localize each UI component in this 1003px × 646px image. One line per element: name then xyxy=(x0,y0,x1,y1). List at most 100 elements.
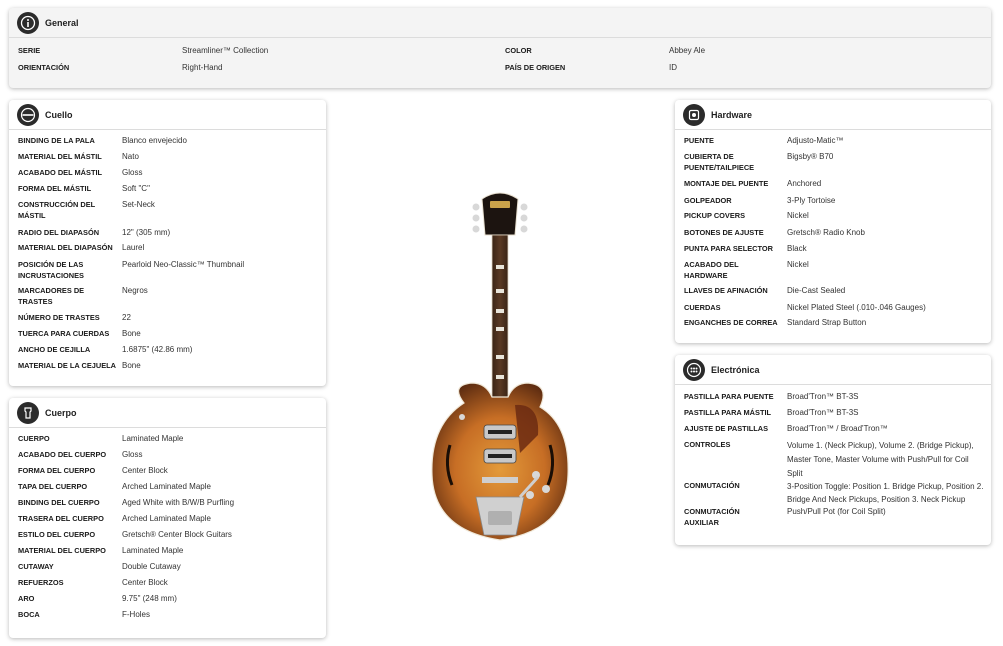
spec-label: ESTILO DEL CUERPO xyxy=(18,530,96,539)
hardware-title: Hardware xyxy=(711,109,753,120)
spec-label: MATERIAL DEL CUERPO xyxy=(18,546,106,555)
spec-label: ACABADO DEL CUERPO xyxy=(18,450,107,459)
spec-value: Push/Pull Pot (for Coil Split) xyxy=(787,507,886,516)
spec-label: ACABADO DEL HARDWARE xyxy=(684,260,739,280)
spec-label: CUERPO xyxy=(18,434,50,443)
spec-value: Laurel xyxy=(122,243,145,252)
spec-value: Gretsch® Center Block Guitars xyxy=(122,530,232,539)
hardware-card: Hardware PUENTE Adjusto-Matic™ CUBIERTA D… xyxy=(675,100,991,343)
spec-label: CUTAWAY xyxy=(18,562,54,571)
spec-label: TRASERA DEL CUERPO xyxy=(18,514,104,523)
spec-value: Nato xyxy=(122,152,139,161)
spec-label: PUNTA PARA SELECTOR xyxy=(684,244,773,253)
spec-value: Adjusto-Matic™ xyxy=(787,136,844,145)
spec-label: MATERIAL DE LA CEJUELA xyxy=(18,361,116,370)
spec-label: COLOR xyxy=(505,46,532,55)
spec-label: SERIE xyxy=(18,46,41,55)
spec-label: TAPA DEL CUERPO xyxy=(18,482,88,491)
spec-label: REFUERZOS xyxy=(18,578,64,587)
electronics-header: Electrónica xyxy=(675,355,991,385)
spec-label: ORIENTACIÓN xyxy=(18,63,70,72)
spec-label: PUENTE xyxy=(684,136,714,145)
spec-label: PICKUP COVERS xyxy=(684,211,746,220)
body-title: Cuerpo xyxy=(45,407,77,418)
spec-value: Broad'Tron™ BT-3S xyxy=(787,408,859,417)
spec-label: FORMA DEL CUERPO xyxy=(18,466,96,475)
general-card: General SERIE Streamliner™ Collection CO… xyxy=(9,8,991,88)
neck-header: Cuello xyxy=(9,100,326,130)
spec-label: ACABADO DEL MÁSTIL xyxy=(18,168,103,177)
spec-value: Nickel xyxy=(787,211,809,220)
general-title: General xyxy=(45,17,79,28)
spec-value: Gloss xyxy=(122,168,143,177)
guitar-image xyxy=(431,192,569,541)
spec-value: Streamliner™ Collection xyxy=(182,46,269,55)
spec-label: CONTROLES xyxy=(684,440,731,449)
spec-value: Nickel xyxy=(787,260,809,269)
spec-value: Center Block xyxy=(122,466,168,475)
info-icon xyxy=(17,11,39,34)
general-header: General xyxy=(9,8,991,38)
neck-icon xyxy=(17,103,39,126)
spec-value: Die-Cast Sealed xyxy=(787,286,846,295)
spec-label: FORMA DEL MÁSTIL xyxy=(18,184,92,193)
spec-value: 3-Position Toggle: Position 1. Bridge Pi… xyxy=(787,482,984,504)
spec-value: Gretsch® Radio Knob xyxy=(787,228,865,237)
neck-title: Cuello xyxy=(45,109,73,120)
body-icon xyxy=(17,401,39,424)
spec-label: CUERDAS xyxy=(684,303,721,312)
spec-value: Blanco envejecido xyxy=(122,136,187,145)
spec-value: Center Block xyxy=(122,578,168,587)
spec-row: SERIE Streamliner™ Collection COLOR Abbe… xyxy=(9,45,991,61)
spec-value: Laminated Maple xyxy=(122,546,184,555)
spec-label: BOTONES DE AJUSTE xyxy=(684,228,764,237)
spec-value: Soft "C" xyxy=(122,184,150,193)
body-card: Cuerpo CUERPO Laminated Maple ACABADO DEL… xyxy=(9,398,326,638)
spec-value: Set-Neck xyxy=(122,200,155,209)
spec-value: Bone xyxy=(122,329,141,338)
body-header: Cuerpo xyxy=(9,398,326,428)
spec-value: Volume 1. (Neck Pickup), Volume 2. (Brid… xyxy=(787,441,974,478)
spec-value: Standard Strap Button xyxy=(787,318,867,327)
spec-value: Black xyxy=(787,244,807,253)
spec-label: MATERIAL DEL DIAPASÓN xyxy=(18,243,113,252)
spec-value: Abbey Ale xyxy=(669,46,706,55)
spec-value: Pearloid Neo-Classic™ Thumbnail xyxy=(122,260,245,269)
spec-value: Right-Hand xyxy=(182,63,223,72)
spec-label: ARO xyxy=(18,594,35,603)
spec-label: CONMUTACIÓN xyxy=(684,481,740,490)
spec-value: 12" (305 mm) xyxy=(122,228,171,237)
spec-label: AJUSTE DE PASTILLAS xyxy=(684,424,769,433)
electronics-title: Electrónica xyxy=(711,364,760,375)
spec-label: LLAVES DE AFINACIÓN xyxy=(684,286,768,295)
spec-label: ANCHO DE CEJILLA xyxy=(18,345,91,354)
spec-value: 9.75" (248 mm) xyxy=(122,594,177,603)
spec-row: ORIENTACIÓN Right-Hand PAÍS DE ORIGEN ID xyxy=(9,62,991,78)
spec-value: Arched Laminated Maple xyxy=(122,482,211,491)
spec-label: TUERCA PARA CUERDAS xyxy=(18,329,110,338)
spec-label: PASTILLA PARA MÁSTIL xyxy=(684,408,772,417)
spec-value: Broad'Tron™ / Broad'Tron™ xyxy=(787,424,888,433)
spec-value: Negros xyxy=(122,286,148,295)
spec-value: Bigsby® B70 xyxy=(787,152,834,161)
spec-label: PAÍS DE ORIGEN xyxy=(505,63,566,72)
spec-label: MONTAJE DEL PUENTE xyxy=(684,179,769,188)
electronics-card: Electrónica PASTILLA PARA PUENTE Broad'Tr… xyxy=(675,355,991,545)
spec-label: ENGANCHES DE CORREA xyxy=(684,318,778,327)
spec-value: Arched Laminated Maple xyxy=(122,514,211,523)
spec-label: BINDING DEL CUERPO xyxy=(18,498,100,507)
spec-value: Anchored xyxy=(787,179,822,188)
spec-value: F-Holes xyxy=(122,610,151,619)
spec-value: Double Cutaway xyxy=(122,562,181,571)
hardware-header: Hardware xyxy=(675,100,991,130)
spec-label: BOCA xyxy=(18,610,40,619)
spec-label: CONSTRUCCIÓN DEL MÁSTIL xyxy=(18,200,96,220)
spec-value: Aged White with B/W/B Purfling xyxy=(122,498,235,507)
spec-label: POSICIÓN DE LAS INCRUSTACIONES xyxy=(18,260,84,280)
spec-label: MARCADORES DE TRASTES xyxy=(18,286,85,306)
neck-card: Cuello BINDING DE LA PALA Blanco envejeci… xyxy=(9,100,326,386)
spec-label: PASTILLA PARA PUENTE xyxy=(684,392,774,401)
spec-value: Gloss xyxy=(122,450,143,459)
spec-value: 3-Ply Tortoise xyxy=(787,196,836,205)
spec-value: Bone xyxy=(122,361,141,370)
